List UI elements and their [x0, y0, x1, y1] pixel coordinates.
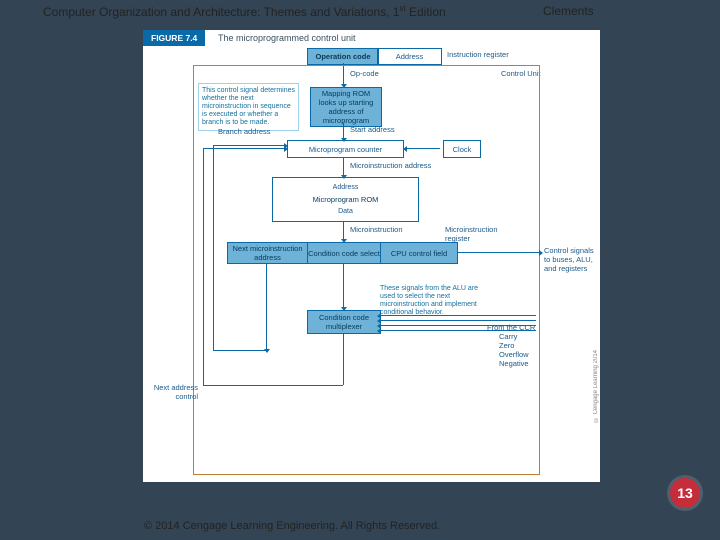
- arrow-zero: [380, 320, 536, 321]
- arrow-cc-down: [343, 263, 344, 308]
- annotation-control-signal: This control signal determines whether t…: [198, 83, 299, 131]
- mapping-rom: Mapping ROM looks up starting address of…: [310, 87, 382, 127]
- rom-address-port: Address: [333, 184, 359, 191]
- arrow-maprom-down: [343, 123, 344, 139]
- arrow-mpc-down: [343, 157, 344, 176]
- branch-vline: [213, 145, 214, 350]
- arrow-loop-to-mpc: [203, 148, 285, 149]
- arrow-mux-left: [203, 385, 343, 386]
- arrow-carry: [380, 315, 536, 316]
- figure-label: FIGURE 7.4: [143, 30, 205, 46]
- branch-address-label: Branch address: [218, 127, 271, 136]
- start-address-label: Start address: [350, 125, 395, 134]
- condition-code-select-field: Condition code select: [307, 242, 381, 264]
- address-field: Address: [377, 48, 442, 65]
- arrow-loop-up: [203, 148, 204, 385]
- rom-label: Microprogram ROM: [313, 195, 379, 204]
- next-mi-address-field: Next microinstruction address: [227, 242, 308, 264]
- cpu-control-field: CPU control field: [380, 242, 458, 264]
- book-title: Computer Organization and Architecture: …: [43, 4, 446, 19]
- copyright-vertical: © Cengage Learning 2014: [593, 350, 599, 422]
- arrow-next-join: [213, 350, 266, 351]
- arrow-mux-down: [343, 333, 344, 385]
- arrow-ctrl-out: [457, 252, 540, 253]
- overflow-label: Overflow: [499, 350, 529, 359]
- arrow-next-down1: [266, 263, 267, 350]
- control-signals-label: Control signals to buses, ALU, and regis…: [544, 246, 596, 273]
- author: Clements: [543, 4, 594, 18]
- mi-address-label: Microinstruction address: [350, 161, 431, 170]
- zero-label: Zero: [499, 341, 514, 350]
- microinstruction-label: Microinstruction: [350, 225, 403, 234]
- condition-code-multiplexer: Condition code multiplexer: [307, 310, 381, 334]
- annotation-alu-signals: These signals from the ALU are used to s…: [380, 285, 482, 317]
- page-number-badge: 13: [670, 478, 700, 508]
- arrow-rom-down: [343, 221, 344, 240]
- rom-data-port: Data: [338, 208, 353, 215]
- arrow-overflow: [380, 325, 536, 326]
- microprogram-rom: Address Microprogram ROM Data: [272, 177, 419, 222]
- figure-7-4: FIGURE 7.4 The microprogrammed control u…: [143, 30, 600, 482]
- figure-caption: The microprogrammed control unit: [218, 33, 356, 43]
- arrow-negative: [380, 330, 536, 331]
- next-address-control-label: Next address control: [148, 383, 198, 401]
- negative-label: Negative: [499, 359, 529, 368]
- footer-copyright: © 2014 Cengage Learning Engineering. All…: [144, 520, 440, 532]
- branch-to-mpc: [213, 145, 285, 146]
- mi-register-label: Microinstruction register: [445, 225, 505, 243]
- ir-label: Instruction register: [447, 50, 509, 59]
- microprogram-counter: Microprogram counter: [287, 140, 404, 158]
- clock-box: Clock: [443, 140, 481, 158]
- arrow-clock: [406, 148, 440, 149]
- carry-label: Carry: [499, 332, 517, 341]
